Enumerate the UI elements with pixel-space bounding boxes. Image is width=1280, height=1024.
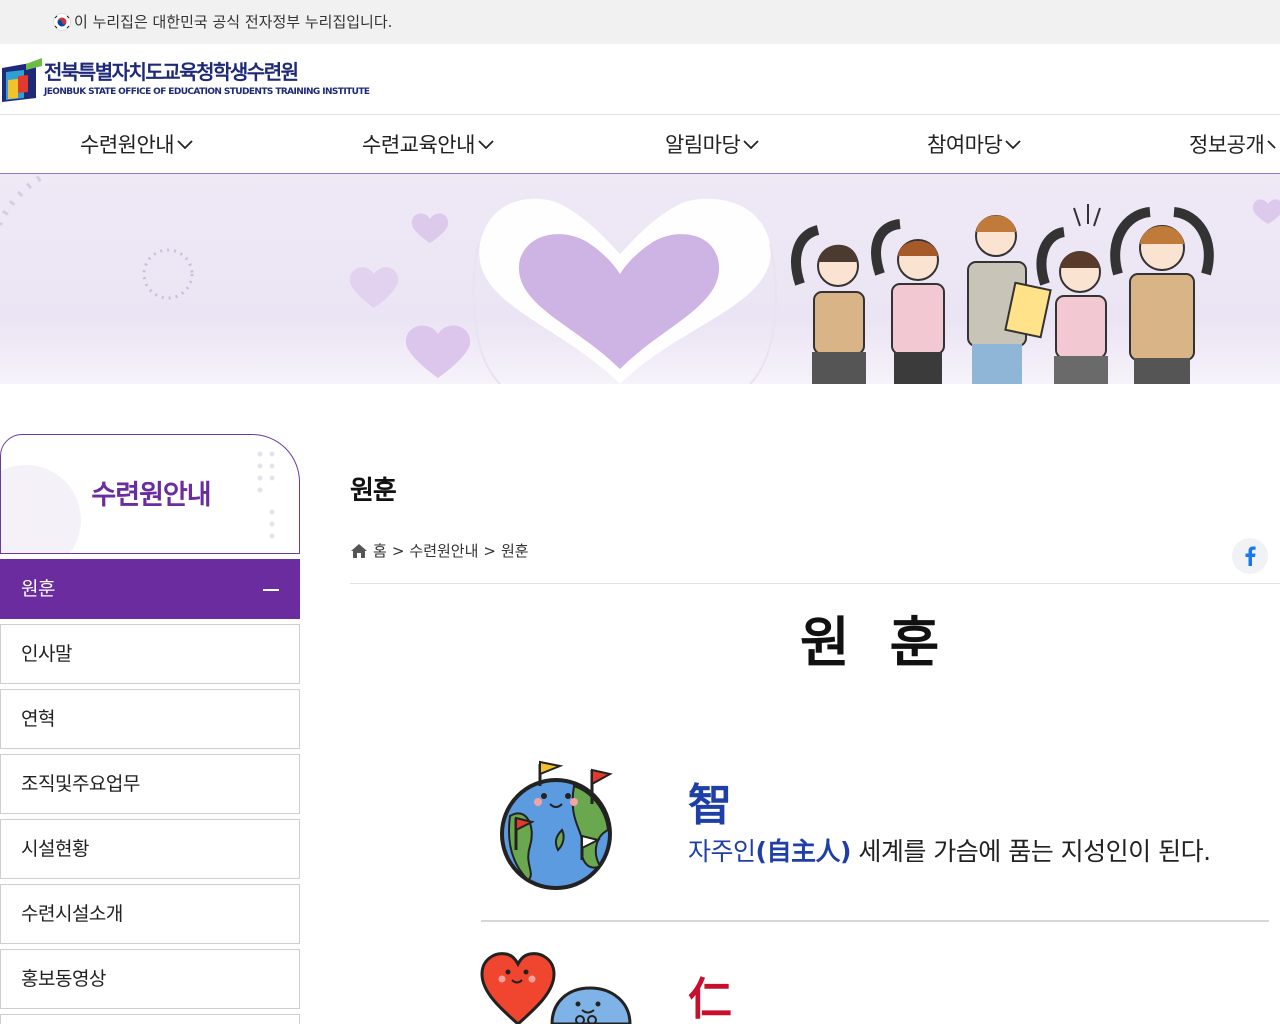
virtue-sentence: 세계를 가슴에 품는 지성인이 된다. (850, 837, 1211, 866)
gnb-item-notice[interactable]: 알림마당 (665, 131, 759, 159)
gnb-item-about[interactable]: 수련원안내 (80, 131, 193, 159)
facebook-share-button[interactable] (1232, 538, 1268, 574)
gnb-item-label: 정보공개 (1189, 133, 1265, 157)
hero-illustration (0, 175, 1280, 384)
chevron-down-icon (743, 140, 759, 150)
virtue-desc-wisdom: 자주인(自主人) 세계를 가슴에 품는 지성인이 된다. (688, 836, 1211, 868)
sidebar-item-label: 원훈 (21, 578, 55, 600)
gnb-item-label: 수련원안내 (80, 133, 175, 157)
breadcrumb-level1[interactable]: 수련원안내 (409, 541, 478, 561)
breadcrumb-current: 원훈 (500, 542, 529, 560)
student-1 (791, 225, 866, 384)
virtue-divider (481, 920, 1269, 922)
breadcrumb: 홈 > 수련원안내 > 원훈 (350, 541, 529, 561)
student-4 (1036, 227, 1108, 384)
gov-banner-text[interactable]: 이 누리집은 대한민국 공식 전자정부 누리집입니다. (74, 12, 392, 32)
hero-banner (0, 174, 1280, 384)
breadcrumb-separator: > (391, 542, 405, 560)
sidebar-item-label: 연혁 (21, 708, 55, 730)
main-navigation: 수련원안내 수련교육안내 알림마당 참여마당 정보공개 (0, 114, 1280, 174)
logo-subtitle: JEONBUK STATE OFFICE OF EDUCATION STUDEN… (44, 87, 370, 97)
virtue-keyword: 자주인 (688, 837, 756, 866)
sidebar-item-label: 시설현황 (21, 838, 89, 860)
collapse-minus-icon (263, 589, 279, 591)
student-3 (967, 215, 1052, 384)
student-2 (871, 219, 945, 384)
sidebar-item-facilities-intro[interactable]: 수련시설소개 (0, 884, 300, 944)
chevron-down-icon (177, 140, 193, 150)
chevron-down-icon (1005, 140, 1021, 150)
sidebar-item-facilities-status[interactable]: 시설현황 (0, 819, 300, 879)
sidebar-item-promo-video[interactable]: 홍보동영상 (0, 949, 300, 1009)
virtue-hanja: (自主人) (755, 837, 852, 866)
motto-heading: 원훈 (800, 610, 980, 674)
gnb-item-label: 수련교육안내 (362, 133, 475, 157)
gnb-item-disclosure[interactable]: 정보공개 (1189, 131, 1277, 159)
gnb-item-participation[interactable]: 참여마당 (927, 131, 1021, 159)
header: 전북특별자치도교육청학생수련원 JEONBUK STATE OFFICE OF … (0, 44, 1280, 114)
gnb-item-education[interactable]: 수련교육안내 (362, 131, 494, 159)
content-divider (350, 583, 1280, 584)
sidebar-item-motto[interactable]: 원훈 (0, 559, 300, 619)
sidebar-item-next[interactable] (0, 1014, 300, 1024)
breadcrumb-separator: > (483, 542, 496, 560)
chevron-down-icon (478, 140, 494, 150)
sidebar-item-label: 홍보동영상 (21, 968, 106, 990)
student-5 (1110, 207, 1214, 384)
home-icon[interactable] (350, 543, 368, 559)
page-title: 원훈 (350, 476, 397, 506)
chevron-down-icon (1267, 140, 1276, 149)
logo-title: 전북특별자치도교육청학생수련원 (44, 60, 299, 84)
sidebar-item-greeting[interactable]: 인사말 (0, 624, 300, 684)
sidebar-item-label: 인사말 (21, 643, 72, 665)
breadcrumb-home[interactable]: 홈 (373, 541, 387, 561)
korea-flag-icon (53, 13, 71, 31)
globe-with-flags-icon (500, 760, 613, 890)
sidebar-item-label: 수련시설소개 (21, 903, 123, 925)
sidebar-item-label: 조직및주요업무 (21, 773, 140, 795)
sidebar-item-history[interactable]: 연혁 (0, 689, 300, 749)
facebook-icon (1245, 546, 1256, 566)
sidebar-title: 수련원안내 (91, 480, 211, 511)
gnb-item-label: 알림마당 (665, 133, 741, 157)
virtue-char-wisdom: 智 (688, 780, 732, 831)
gov-banner: 이 누리집은 대한민국 공식 전자정부 누리집입니다. (0, 0, 1280, 44)
logo-mark-icon (2, 58, 42, 102)
sidebar-item-organization[interactable]: 조직및주요업무 (0, 754, 300, 814)
virtue-char-benevolence: 仁 (688, 974, 732, 1024)
gnb-item-label: 참여마당 (927, 133, 1003, 157)
sidebar-header: 수련원안내 (0, 434, 300, 554)
heart-characters-icon (480, 952, 632, 1024)
